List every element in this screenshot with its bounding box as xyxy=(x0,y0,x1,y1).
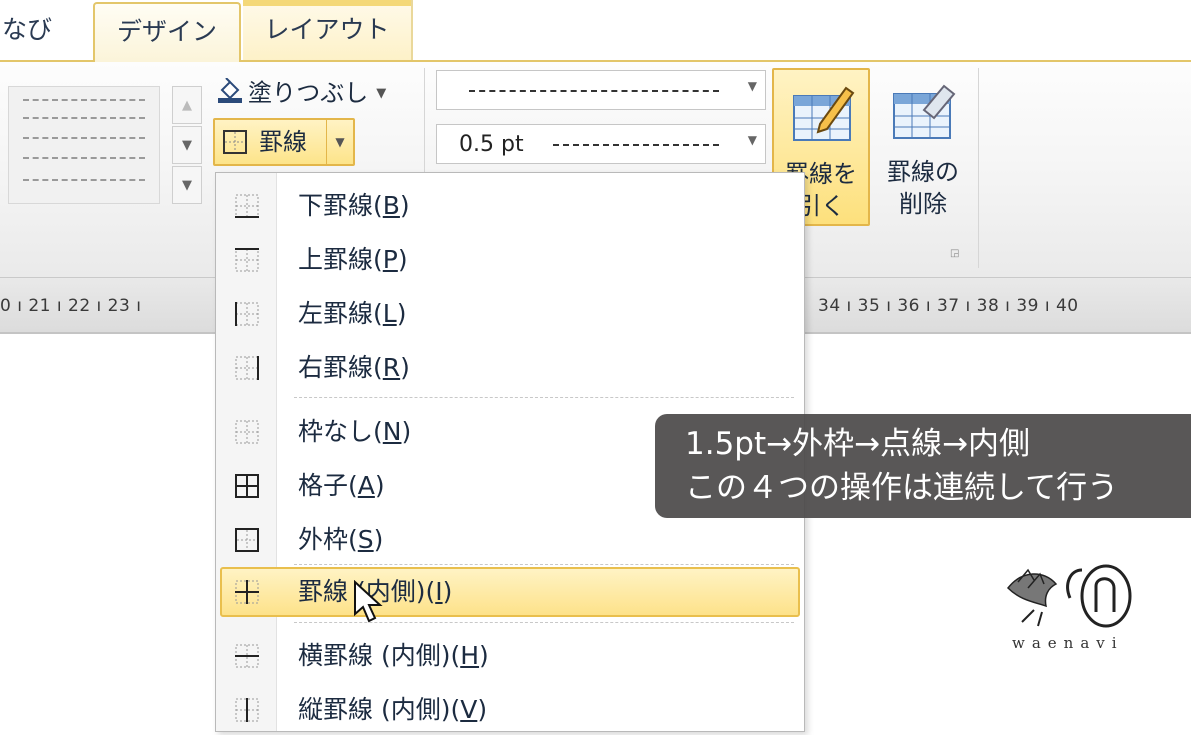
dialog-launcher-icon[interactable]: ◲ xyxy=(950,248,962,260)
mouse-cursor-icon xyxy=(354,580,383,623)
ruler-left-marks: 0 ı 21 ı 22 ı 23 ı xyxy=(0,296,142,316)
menu-item-top-border[interactable]: 上罫線(P) xyxy=(220,235,800,285)
pen-weight-combo[interactable]: 0.5 pt ▼ xyxy=(436,124,766,164)
logo-wordmark: waenavi xyxy=(1012,634,1124,652)
inside-borders-icon xyxy=(235,580,259,604)
paint-bucket-icon xyxy=(218,78,242,103)
caption-line-2: この４つの操作は連続して行う xyxy=(685,470,1119,506)
chevron-down-icon: ▼ xyxy=(376,86,387,101)
border-grid-icon xyxy=(223,130,247,154)
chevron-down-icon: ▼ xyxy=(747,133,757,147)
shading-label: 塗りつぶし xyxy=(248,79,369,107)
left-border-icon xyxy=(235,302,259,326)
menu-separator xyxy=(294,397,794,398)
menu-item-inside-horizontal-border[interactable]: 横罫線 (内側)(H) xyxy=(220,631,800,681)
instruction-caption: 1.5pt→外枠→点線→内側 この４つの操作は連続して行う xyxy=(655,414,1191,518)
eraser-button[interactable]: 罫線の 削除 xyxy=(874,68,972,226)
menu-item-inside-vertical-border[interactable]: 縦罫線 (内側)(V) xyxy=(220,685,800,735)
top-border-icon xyxy=(235,248,259,272)
borders-label: 罫線 xyxy=(259,128,307,156)
tab-previous[interactable]: なび xyxy=(0,0,92,60)
ribbon-tab-bar: なび レイアウト デザイン xyxy=(0,0,1191,62)
menu-item-outside-borders[interactable]: 外枠(S) xyxy=(220,515,800,565)
inside-horizontal-border-icon xyxy=(235,644,259,668)
gallery-scroll-up-button[interactable]: ▲ xyxy=(172,86,202,124)
inside-vertical-border-icon xyxy=(235,698,259,722)
menu-item-right-border[interactable]: 右罫線(R) xyxy=(220,343,800,393)
chevron-down-icon: ▼ xyxy=(747,79,757,93)
tab-layout[interactable]: レイアウト xyxy=(243,0,413,62)
pen-style-combo[interactable]: ▼ xyxy=(436,70,766,110)
chevron-down-icon[interactable]: ▼ xyxy=(326,120,353,164)
tab-design[interactable]: デザイン xyxy=(93,2,241,62)
menu-item-left-border[interactable]: 左罫線(L) xyxy=(220,289,800,339)
all-borders-icon xyxy=(235,474,259,498)
pencil-table-icon xyxy=(793,86,855,141)
eraser-table-icon xyxy=(893,84,956,139)
caption-line-1: 1.5pt→外枠→点線→内側 xyxy=(685,426,1031,462)
borders-button[interactable]: 罫線 ▼ xyxy=(213,118,355,166)
menu-separator xyxy=(294,564,794,565)
ruler-right-marks: 34 ı 35 ı 36 ı 37 ı 38 ı 39 ı 40 xyxy=(818,296,1079,316)
shading-button[interactable]: 塗りつぶし ▼ xyxy=(216,76,386,110)
gallery-more-button[interactable]: ▼ xyxy=(172,166,202,204)
menu-item-inside-borders[interactable]: 罫線 (内側)(I) xyxy=(220,567,800,617)
group-separator xyxy=(978,68,979,268)
right-border-icon xyxy=(235,356,259,380)
eraser-label: 罫線の 削除 xyxy=(887,158,959,218)
no-border-icon xyxy=(235,420,259,444)
outside-borders-icon xyxy=(235,528,259,552)
menu-item-bottom-border[interactable]: 下罫線(B) xyxy=(220,181,800,231)
pen-weight-value: 0.5 pt xyxy=(459,132,524,157)
bottom-border-icon xyxy=(235,194,259,218)
gallery-scroll-down-button[interactable]: ▼ xyxy=(172,126,202,164)
table-style-gallery[interactable] xyxy=(8,86,160,204)
